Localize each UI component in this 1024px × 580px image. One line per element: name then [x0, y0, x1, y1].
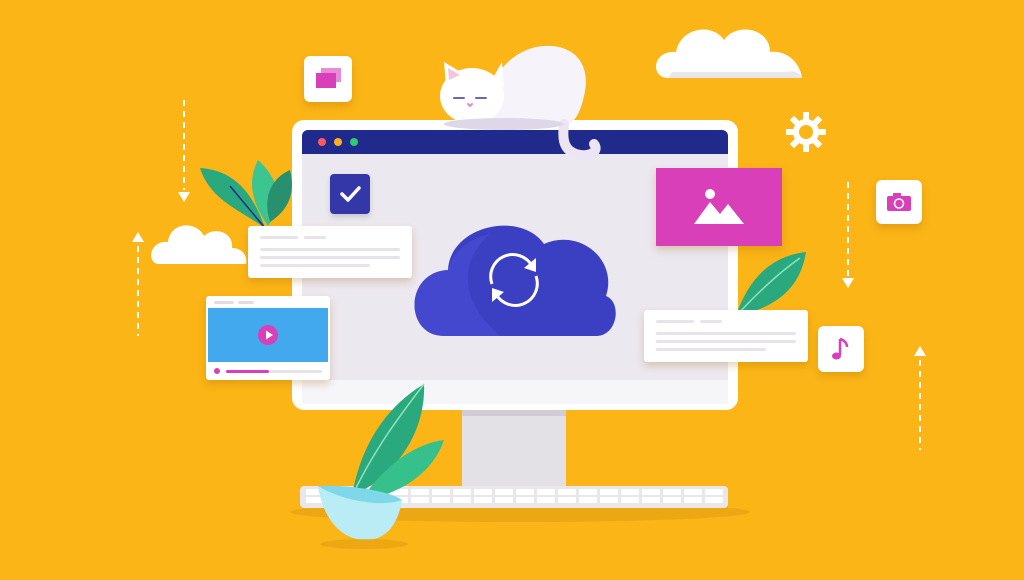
keyboard-key [663, 489, 681, 495]
keyboard-key [684, 489, 702, 495]
keyboard-key [621, 489, 639, 495]
keyboard-key [600, 497, 618, 503]
keyboard-key [558, 497, 576, 503]
keyboard-key [411, 497, 429, 503]
keyboard-key [684, 497, 702, 503]
camera-tile[interactable] [876, 180, 922, 224]
illustration-scene [0, 0, 1024, 580]
keyboard-key [663, 497, 681, 503]
cat-illustration [440, 45, 601, 161]
play-button[interactable] [258, 325, 278, 345]
keyboard-key [642, 489, 660, 495]
gear-icon [786, 112, 826, 152]
keyboard-key [537, 489, 555, 495]
keyboard-key [495, 497, 513, 503]
play-icon [266, 330, 273, 340]
checkmark-icon [340, 186, 361, 202]
keyboard-key [453, 497, 471, 503]
keyboard-key [600, 489, 618, 495]
keyboard-key [705, 489, 723, 495]
keyboard-key [579, 497, 597, 503]
keyboard-key [516, 489, 534, 495]
video-player-card [206, 296, 330, 380]
keyboard-key [705, 497, 723, 503]
keyboard-key [516, 497, 534, 503]
keyboard-key [474, 489, 492, 495]
keyboard-key [495, 489, 513, 495]
keyboard-key [411, 489, 429, 495]
keyboard-key [642, 497, 660, 503]
window-minimize-dot[interactable] [334, 138, 342, 146]
video-screen[interactable] [208, 308, 328, 362]
checkbox-checked[interactable] [330, 174, 370, 214]
keyboard-key [432, 489, 450, 495]
progress-fill [226, 370, 270, 373]
keyboard-key [558, 489, 576, 495]
keyboard-key [579, 489, 597, 495]
image-icon [694, 189, 744, 224]
window-close-dot[interactable] [318, 138, 326, 146]
keyboard-key [621, 497, 639, 503]
camera-icon [887, 193, 911, 211]
sync-icon[interactable] [478, 244, 550, 316]
music-tile[interactable] [818, 326, 864, 372]
text-card-right [644, 310, 808, 362]
music-note-icon [832, 337, 849, 360]
keyboard-key [537, 497, 555, 503]
progress-track[interactable] [226, 370, 322, 373]
keyboard-key [474, 497, 492, 503]
player-play-small-icon[interactable] [214, 368, 220, 374]
windows-icon [316, 68, 341, 88]
keyboard-key [453, 489, 471, 495]
keyboard-key [432, 497, 450, 503]
window-maximize-dot[interactable] [350, 138, 358, 146]
text-card-left [248, 226, 412, 278]
windows-tile[interactable] [304, 56, 352, 102]
image-card[interactable] [656, 168, 782, 246]
